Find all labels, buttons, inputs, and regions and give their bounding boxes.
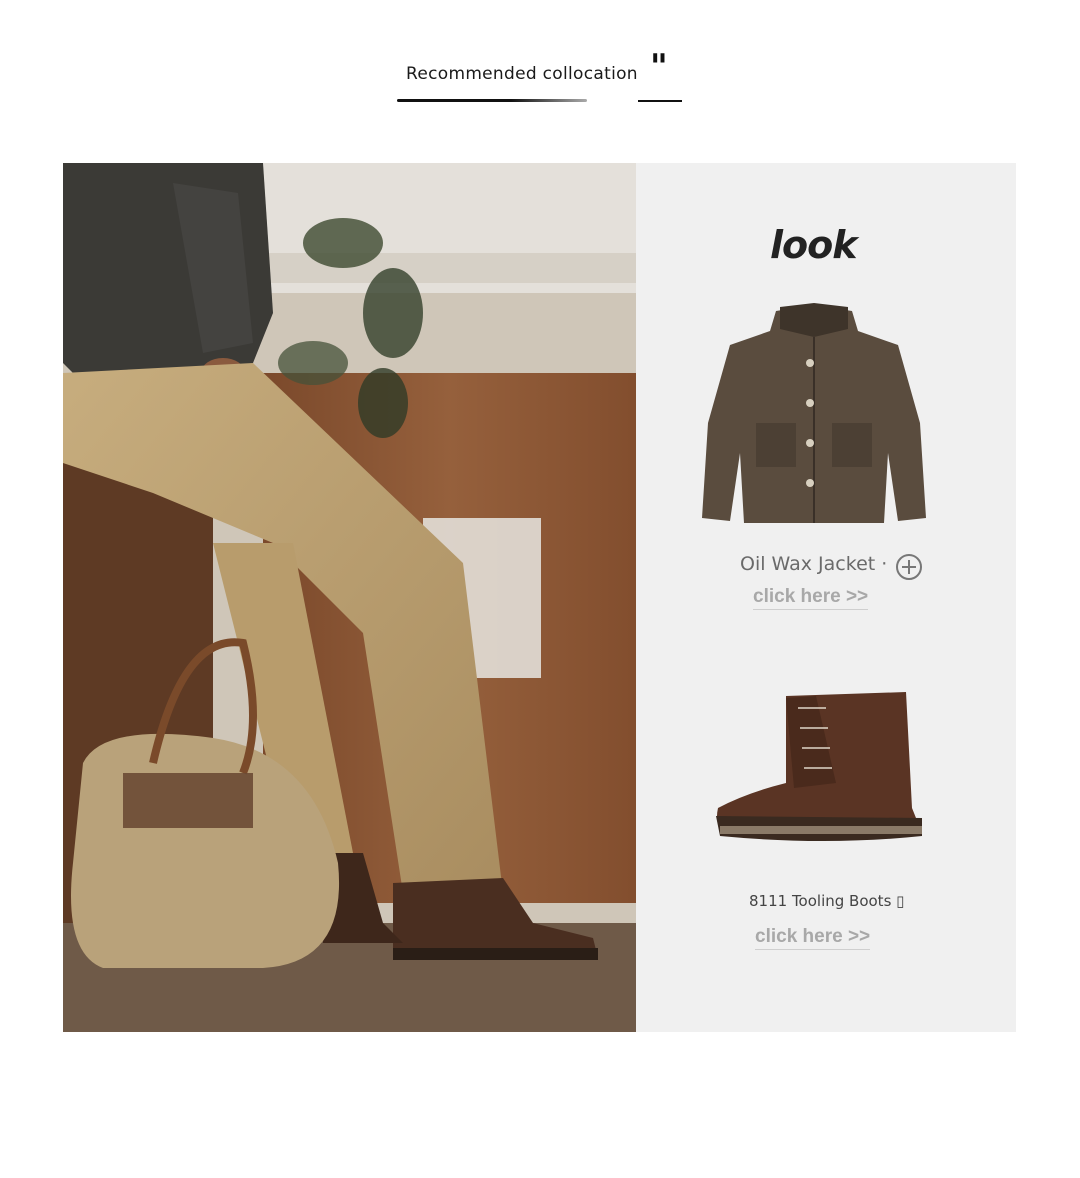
look-panel: look Oil Wax Jacket · click here >> 8111… [636, 163, 1016, 1032]
section-header: Recommended collocation " [0, 0, 1080, 130]
model-photo-illustration [63, 163, 636, 1032]
click-here-link-jacket[interactable]: click here >> [753, 586, 869, 610]
look-title: look [770, 223, 858, 267]
product-name-boots: 8111 Tooling Boots ▯ [749, 892, 905, 910]
quote-icon: " [650, 47, 668, 87]
title-underline [397, 99, 587, 102]
boot-icon [716, 692, 922, 841]
boot-image[interactable] [706, 688, 926, 853]
click-here-link-boots[interactable]: click here >> [755, 926, 871, 950]
section-title: Recommended collocation [406, 64, 638, 84]
jacket-image[interactable] [698, 303, 930, 528]
product-name-jacket: Oil Wax Jacket · [740, 553, 888, 575]
jacket-icon [702, 303, 926, 523]
model-photo [63, 163, 636, 1032]
quote-underline [638, 100, 682, 102]
add-circle-icon[interactable] [896, 554, 922, 580]
